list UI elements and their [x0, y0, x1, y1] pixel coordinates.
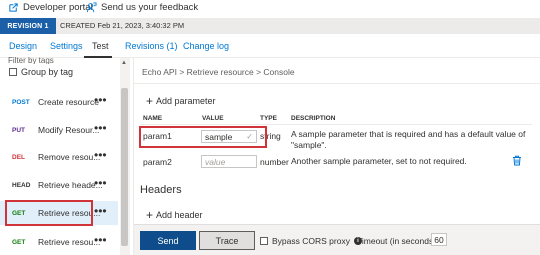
- add-header-label: Add header: [156, 210, 203, 220]
- method-badge: POST: [12, 98, 30, 106]
- tab-settings[interactable]: Settings: [50, 41, 83, 51]
- param-description: Another sample parameter, set to not req…: [291, 156, 467, 166]
- feedback-link[interactable]: Send us your feedback: [86, 2, 198, 13]
- add-parameter-button[interactable]: + Add parameter: [146, 93, 216, 108]
- param-value-placeholder: value: [205, 156, 226, 167]
- divider: [134, 83, 540, 84]
- bypass-cors-label: Bypass CORS proxy: [272, 236, 350, 246]
- operation-item[interactable]: DEL Remove resou... •••: [0, 145, 118, 169]
- more-options-icon[interactable]: •••: [94, 121, 107, 135]
- operation-name: Create resource: [38, 97, 99, 107]
- group-by-tag-label: Group by tag: [21, 67, 74, 77]
- breadcrumb: Echo API > Retrieve resource > Console: [142, 67, 295, 77]
- send-button[interactable]: Send: [140, 231, 196, 250]
- divider: [140, 124, 532, 125]
- method-badge: GET: [12, 238, 26, 246]
- headers-title: Headers: [140, 184, 182, 196]
- highlight-box: [139, 126, 267, 148]
- param-name: param2: [143, 157, 172, 167]
- operation-item[interactable]: PUT Modify Resour... •••: [0, 118, 118, 142]
- feedback-icon: [86, 2, 97, 13]
- tag-filter-input[interactable]: Filter by tags: [8, 56, 118, 64]
- param-description: A sample parameter that is required and …: [291, 129, 526, 150]
- operation-name: Modify Resour...: [38, 125, 100, 135]
- external-link-icon: [9, 3, 18, 12]
- tab-design[interactable]: Design: [9, 41, 37, 51]
- revision-created: CREATED Feb 21, 2023, 3:40:32 PM: [60, 21, 185, 30]
- column-header-value: VALUE: [202, 115, 224, 122]
- feedback-label: Send us your feedback: [101, 2, 199, 13]
- more-options-icon[interactable]: •••: [94, 233, 107, 247]
- trash-icon[interactable]: [512, 155, 522, 166]
- tab-test[interactable]: Test: [92, 41, 109, 51]
- more-options-icon[interactable]: •••: [94, 204, 107, 218]
- method-badge: HEAD: [12, 181, 31, 189]
- developer-portal-link[interactable]: Developer portal: [8, 2, 93, 13]
- column-header-type: TYPE: [260, 115, 277, 122]
- operation-item[interactable]: POST Create resource •••: [0, 90, 118, 114]
- bypass-cors-checkbox[interactable]: Bypass CORS proxy i: [260, 236, 362, 246]
- param-type: number: [260, 157, 289, 167]
- operation-name: Remove resou...: [38, 152, 101, 162]
- method-badge: PUT: [12, 126, 25, 134]
- plus-icon: +: [146, 93, 154, 108]
- more-options-icon[interactable]: •••: [94, 148, 107, 162]
- scrollbar-thumb[interactable]: [121, 88, 128, 246]
- param-value-input[interactable]: value: [201, 155, 257, 168]
- checkbox-box[interactable]: [9, 68, 17, 76]
- highlight-box: [5, 200, 93, 226]
- group-by-tag-checkbox[interactable]: Group by tag: [9, 67, 73, 77]
- operation-item[interactable]: HEAD Retrieve heade... •••: [0, 173, 118, 197]
- revision-badge[interactable]: REVISION 1: [0, 18, 56, 34]
- add-header-button[interactable]: + Add header: [146, 207, 203, 222]
- tab-revisions[interactable]: Revisions (1): [125, 41, 178, 51]
- scroll-up-icon[interactable]: ▲: [121, 60, 127, 66]
- operation-item[interactable]: GET Retrieve resou... •••: [0, 230, 118, 254]
- timeout-label: Timeout (in seconds): [357, 236, 437, 246]
- timeout-input[interactable]: 60: [431, 233, 447, 246]
- operation-name: Retrieve resou...: [38, 237, 101, 247]
- column-header-description: DESCRIPTION: [291, 115, 336, 122]
- developer-portal-label: Developer portal: [23, 2, 93, 13]
- more-options-icon[interactable]: •••: [94, 176, 107, 190]
- more-options-icon[interactable]: •••: [94, 93, 107, 107]
- checkbox-box[interactable]: [260, 237, 268, 245]
- column-header-name: NAME: [143, 115, 163, 122]
- plus-icon: +: [146, 207, 154, 222]
- method-badge: DEL: [12, 153, 25, 161]
- tab-change-log[interactable]: Change log: [183, 41, 229, 51]
- add-parameter-label: Add parameter: [156, 96, 216, 106]
- trace-button[interactable]: Trace: [199, 231, 255, 250]
